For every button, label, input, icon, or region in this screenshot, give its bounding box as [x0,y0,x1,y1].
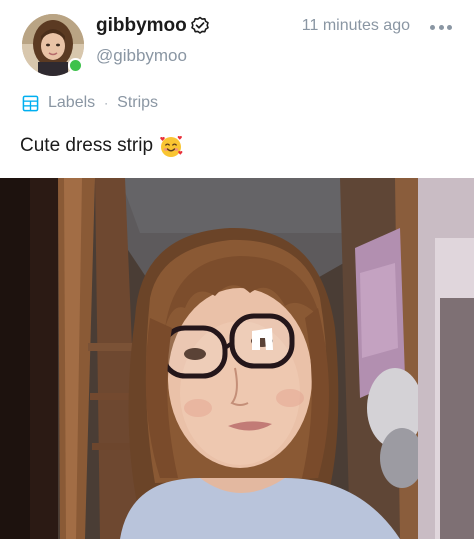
labels-icon [22,95,39,111]
post-media-photo[interactable] [0,178,474,539]
more-options-icon [430,25,435,30]
verified-badge-icon [191,16,209,34]
avatar[interactable] [22,14,84,76]
label-strips[interactable]: Strips [117,94,158,112]
caption-text: Cute dress strip [20,135,154,156]
post-card: gibbymoo @gibbymoo 11 minutes ago Labels… [0,0,474,539]
label-separator: · [104,96,109,110]
post-caption: Cute dress strip [20,133,183,159]
labels-link[interactable]: Labels [48,94,95,112]
post-header: gibbymoo @gibbymoo 11 minutes ago [0,0,474,84]
more-options-button[interactable] [428,18,454,36]
online-status-icon [68,58,83,73]
author-display-name[interactable]: gibbymoo [96,14,187,38]
author-handle[interactable]: @gibbymoo [96,45,187,67]
smiling-face-with-hearts-icon [160,135,183,157]
post-timestamp[interactable]: 11 minutes ago [302,16,410,36]
labels-row: Labels · Strips [22,92,158,114]
